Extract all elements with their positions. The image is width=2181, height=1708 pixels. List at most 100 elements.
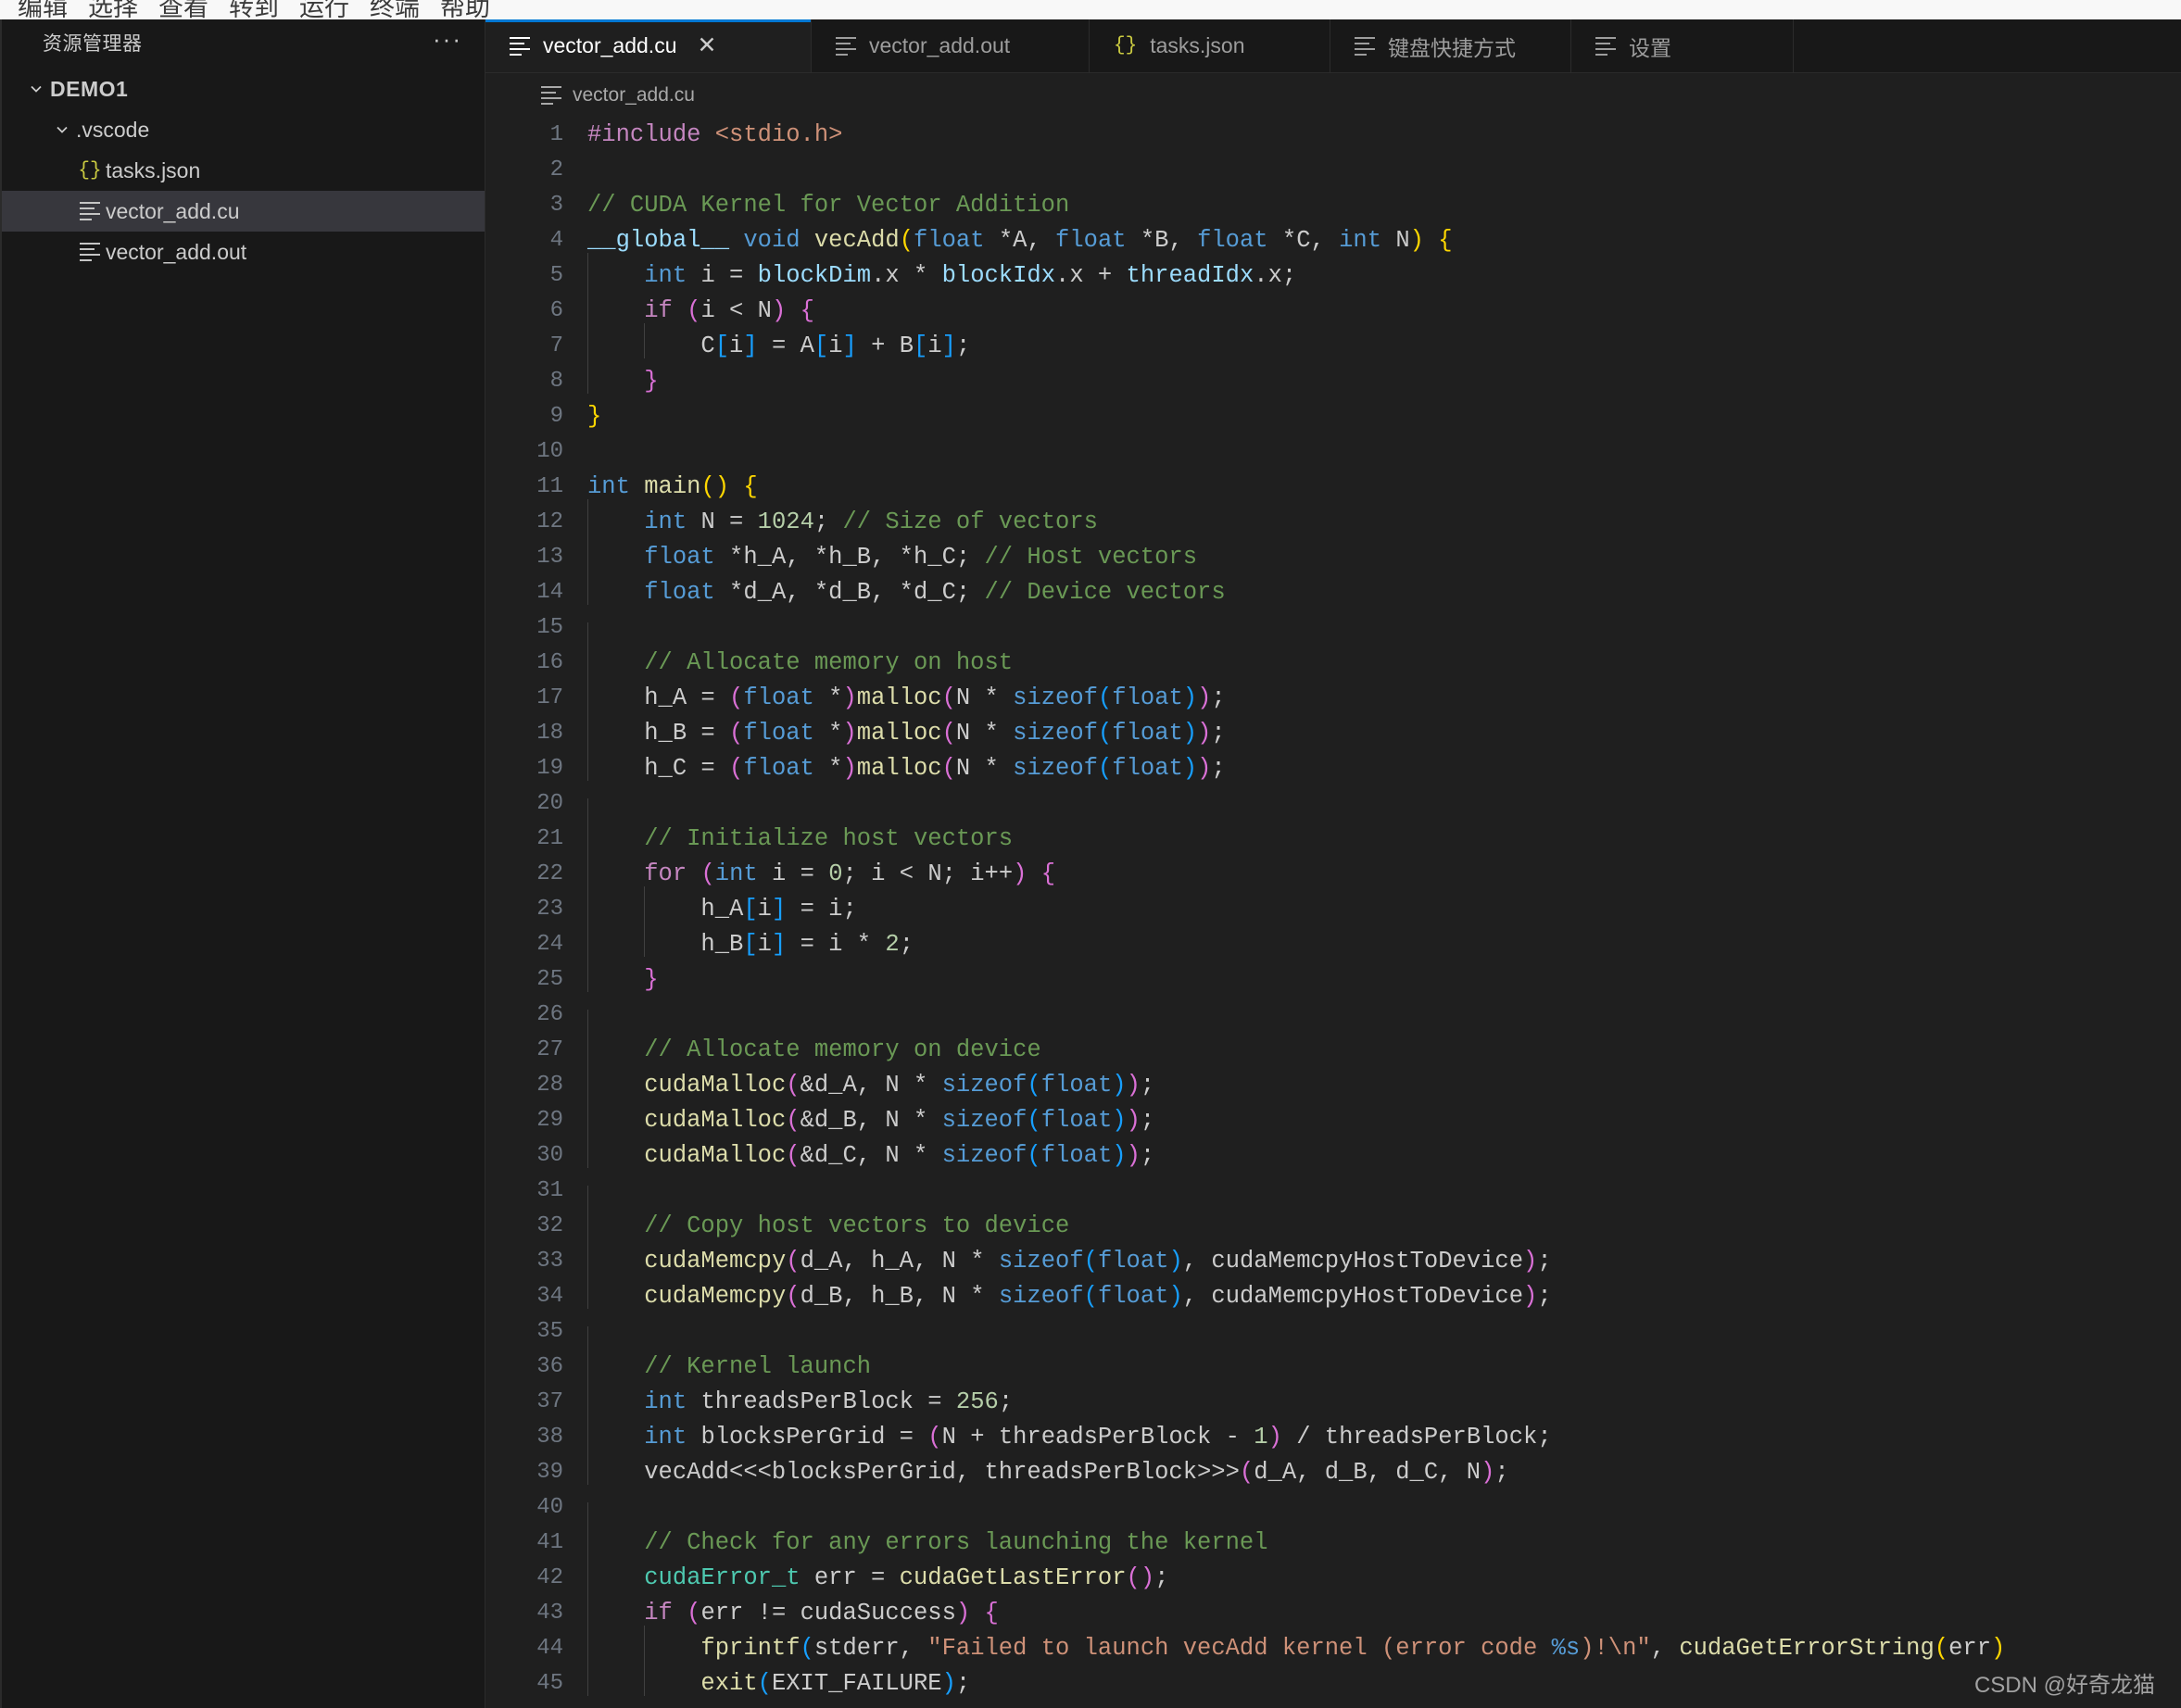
tree-item-vector-add-out[interactable]: vector_add.out: [2, 232, 485, 272]
line-content[interactable]: fprintf(stderr, "Failed to launch vecAdd…: [587, 1626, 2181, 1666]
tree-item-demo1[interactable]: DEMO1: [2, 69, 485, 109]
code-line[interactable]: 11 int main() {: [485, 470, 2181, 505]
code-line[interactable]: 41 // Check for any errors launching the…: [485, 1520, 2181, 1561]
line-content[interactable]: float *d_A, *d_B, *d_C; // Device vector…: [587, 570, 2181, 610]
code-line[interactable]: 37 int threadsPerBlock = 256;: [485, 1379, 2181, 1420]
code-line[interactable]: 20: [485, 786, 2181, 834]
line-content[interactable]: int N = 1024; // Size of vectors: [587, 499, 2181, 540]
menu-item-2[interactable]: 查看: [148, 0, 219, 19]
line-content[interactable]: int blocksPerGrid = (N + threadsPerBlock…: [587, 1414, 2181, 1455]
code-lines[interactable]: 1 #include <stdio.h> 2 3// CUDA Kernel for …: [485, 118, 2181, 1702]
code-line[interactable]: 7 C[i] = A[i] + B[i];: [485, 323, 2181, 364]
code-line[interactable]: 21 // Initialize host vectors: [485, 816, 2181, 857]
code-line[interactable]: 30 cudaMalloc(&d_C, N * sizeof(float));: [485, 1133, 2181, 1174]
line-content[interactable]: __global__ void vecAdd(float *A, float *…: [587, 223, 2181, 258]
line-content[interactable]: cudaMalloc(&d_C, N * sizeof(float));: [587, 1133, 2181, 1174]
code-line[interactable]: 28 cudaMalloc(&d_A, N * sizeof(float));: [485, 1062, 2181, 1103]
tab-vector-add-out[interactable]: vector_add.out: [812, 19, 1090, 72]
line-content[interactable]: cudaMalloc(&d_A, N * sizeof(float));: [587, 1062, 2181, 1103]
line-content[interactable]: vecAdd<<<blocksPerGrid, threadsPerBlock>…: [587, 1450, 2181, 1490]
chevron-down-icon[interactable]: [22, 80, 50, 98]
line-content[interactable]: if (i < N) {: [587, 288, 2181, 329]
code-line[interactable]: 19 h_C = (float *)malloc(N * sizeof(floa…: [485, 746, 2181, 786]
line-content[interactable]: if (err != cudaSuccess) {: [587, 1590, 2181, 1631]
line-content[interactable]: // Allocate memory on host: [587, 640, 2181, 681]
line-content[interactable]: h_C = (float *)malloc(N * sizeof(float))…: [587, 746, 2181, 786]
code-line[interactable]: 45 exit(EXIT_FAILURE);: [485, 1661, 2181, 1702]
code-line[interactable]: 10: [485, 434, 2181, 470]
menu-item-5[interactable]: 终端: [359, 0, 430, 19]
code-line[interactable]: 31: [485, 1174, 2181, 1221]
line-content[interactable]: // CUDA Kernel for Vector Addition: [587, 188, 2181, 223]
code-line[interactable]: 6 if (i < N) {: [485, 288, 2181, 329]
code-line[interactable]: 22 for (int i = 0; i < N; i++) {: [485, 851, 2181, 892]
line-content[interactable]: h_B[i] = i * 2;: [587, 922, 2181, 962]
menu-item-0[interactable]: 编辑: [7, 0, 78, 19]
tab--[interactable]: 设置: [1571, 19, 1794, 72]
line-content[interactable]: // Copy host vectors to device: [587, 1203, 2181, 1244]
more-actions-icon[interactable]: ···: [433, 27, 462, 51]
code-line[interactable]: 44 fprintf(stderr, "Failed to launch vec…: [485, 1626, 2181, 1666]
code-line[interactable]: 3 // CUDA Kernel for Vector Addition: [485, 188, 2181, 223]
code-line[interactable]: 25 }: [485, 957, 2181, 998]
code-line[interactable]: 8 }: [485, 358, 2181, 399]
line-content[interactable]: h_A = (float *)malloc(N * sizeof(float))…: [587, 675, 2181, 716]
line-content[interactable]: #include <stdio.h>: [587, 118, 2181, 153]
code-line[interactable]: 40: [485, 1490, 2181, 1538]
chevron-down-icon[interactable]: [48, 120, 76, 139]
tree-item-vector-add-cu[interactable]: vector_add.cu: [2, 191, 485, 232]
code-line[interactable]: 24 h_B[i] = i * 2;: [485, 922, 2181, 962]
code-line[interactable]: 18 h_B = (float *)malloc(N * sizeof(floa…: [485, 710, 2181, 751]
code-editor[interactable]: 1 #include <stdio.h> 2 3// CUDA Kernel for …: [485, 118, 2181, 1708]
code-line[interactable]: 12 int N = 1024; // Size of vectors: [485, 499, 2181, 540]
line-content[interactable]: h_B = (float *)malloc(N * sizeof(float))…: [587, 710, 2181, 751]
tree-item-tasks-json[interactable]: {} tasks.json: [2, 150, 485, 191]
code-line[interactable]: 34 cudaMemcpy(d_B, h_B, N * sizeof(float…: [485, 1274, 2181, 1314]
code-line[interactable]: 9}: [485, 399, 2181, 434]
code-line[interactable]: 38 int blocksPerGrid = (N + threadsPerBl…: [485, 1414, 2181, 1455]
line-content[interactable]: }: [587, 399, 2181, 434]
menu-item-1[interactable]: 选择: [78, 0, 148, 19]
line-content[interactable]: exit(EXIT_FAILURE);: [587, 1661, 2181, 1702]
menu-item-6[interactable]: 帮助: [430, 0, 500, 19]
code-line[interactable]: 39 vecAdd<<<blocksPerGrid, threadsPerBlo…: [485, 1450, 2181, 1490]
code-line[interactable]: 35: [485, 1314, 2181, 1362]
code-line[interactable]: 15: [485, 610, 2181, 658]
code-line[interactable]: 32 // Copy host vectors to device: [485, 1203, 2181, 1244]
line-content[interactable]: // Initialize host vectors: [587, 816, 2181, 857]
code-line[interactable]: 43 if (err != cudaSuccess) {: [485, 1590, 2181, 1631]
code-line[interactable]: 26: [485, 998, 2181, 1045]
code-line[interactable]: 14 float *d_A, *d_B, *d_C; // Device vec…: [485, 570, 2181, 610]
close-icon[interactable]: ✕: [697, 34, 716, 57]
line-content[interactable]: C[i] = A[i] + B[i];: [587, 323, 2181, 364]
tab-tasks-json[interactable]: {} tasks.json: [1090, 19, 1330, 72]
line-content[interactable]: // Allocate memory on device: [587, 1027, 2181, 1068]
line-content[interactable]: float *h_A, *h_B, *h_C; // Host vectors: [587, 534, 2181, 575]
code-line[interactable]: 5 int i = blockDim.x * blockIdx.x + thre…: [485, 253, 2181, 294]
code-line[interactable]: 17 h_A = (float *)malloc(N * sizeof(floa…: [485, 675, 2181, 716]
code-line[interactable]: 27 // Allocate memory on device: [485, 1027, 2181, 1068]
line-content[interactable]: h_A[i] = i;: [587, 886, 2181, 927]
line-content[interactable]: // Kernel launch: [587, 1344, 2181, 1385]
code-line[interactable]: 4 __global__ void vecAdd(float *A, float …: [485, 223, 2181, 258]
code-line[interactable]: 33 cudaMemcpy(d_A, h_A, N * sizeof(float…: [485, 1238, 2181, 1279]
code-line[interactable]: 2: [485, 153, 2181, 188]
code-line[interactable]: 13 float *h_A, *h_B, *h_C; // Host vecto…: [485, 534, 2181, 575]
line-content[interactable]: int i = blockDim.x * blockIdx.x + thread…: [587, 253, 2181, 294]
line-content[interactable]: cudaMalloc(&d_B, N * sizeof(float));: [587, 1098, 2181, 1138]
line-content[interactable]: }: [587, 358, 2181, 399]
line-content[interactable]: // Check for any errors launching the ke…: [587, 1520, 2181, 1561]
line-content[interactable]: int main() {: [587, 470, 2181, 505]
menu-item-3[interactable]: 转到: [219, 0, 289, 19]
line-content[interactable]: int threadsPerBlock = 256;: [587, 1379, 2181, 1420]
code-line[interactable]: 1 #include <stdio.h>: [485, 118, 2181, 153]
code-line[interactable]: 29 cudaMalloc(&d_B, N * sizeof(float));: [485, 1098, 2181, 1138]
line-content[interactable]: for (int i = 0; i < N; i++) {: [587, 851, 2181, 892]
code-line[interactable]: 42 cudaError_t err = cudaGetLastError();: [485, 1555, 2181, 1596]
tab--[interactable]: 键盘快捷方式: [1330, 19, 1571, 72]
breadcrumb[interactable]: vector_add.cu: [485, 73, 2181, 118]
line-content[interactable]: cudaError_t err = cudaGetLastError();: [587, 1555, 2181, 1596]
line-content[interactable]: }: [587, 957, 2181, 998]
tree-item--vscode[interactable]: .vscode: [2, 109, 485, 150]
code-line[interactable]: 16 // Allocate memory on host: [485, 640, 2181, 681]
